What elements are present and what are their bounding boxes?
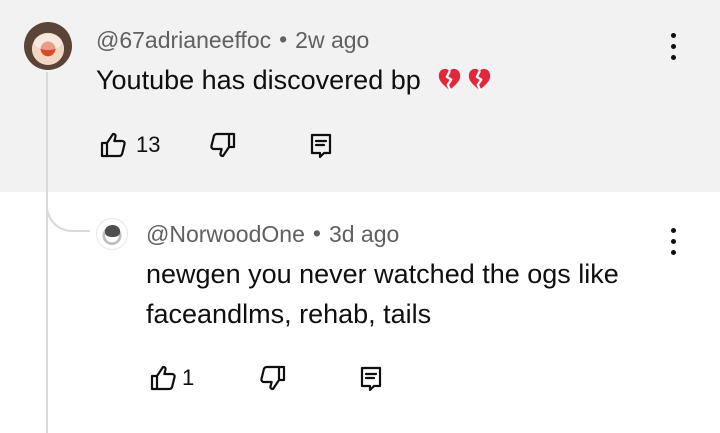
reply-connector-line xyxy=(46,170,90,232)
reply-meta: @NorwoodOne • 3d ago xyxy=(146,220,399,248)
more-vertical-icon-dot xyxy=(671,239,676,244)
broken-heart-icon xyxy=(469,68,491,92)
reply-comment-icon xyxy=(310,133,332,159)
thumb-down-icon xyxy=(210,132,236,158)
more-vertical-icon-dot xyxy=(671,55,676,60)
broken-heart-icon xyxy=(439,68,461,92)
more-vertical-icon xyxy=(671,33,676,38)
comment-meta: @67adrianeeffoc • 2w ago xyxy=(96,26,369,54)
reply-text: newgen you never watched the ogs like fa… xyxy=(146,254,646,334)
reply-dislike-button[interactable] xyxy=(256,361,290,395)
comment-more-button[interactable] xyxy=(664,29,682,65)
comment-time[interactable]: 2w ago xyxy=(295,27,369,53)
more-vertical-icon-dot xyxy=(671,44,676,49)
comment-author[interactable]: @67adrianeeffoc xyxy=(96,27,271,53)
comment-text: Youtube has discovered bp xyxy=(96,60,493,100)
like-button[interactable] xyxy=(96,128,130,162)
dislike-button[interactable] xyxy=(206,128,240,162)
reply-thread-line xyxy=(46,72,48,433)
meta-separator: • xyxy=(279,26,288,52)
reply-like-button[interactable] xyxy=(146,361,180,395)
reply-time[interactable]: 3d ago xyxy=(329,221,399,247)
thumb-up-icon xyxy=(150,365,176,391)
reply-author[interactable]: @NorwoodOne xyxy=(146,221,305,247)
reply-reply-button[interactable] xyxy=(354,361,388,395)
comment-body: Youtube has discovered bp xyxy=(96,65,421,95)
thumb-down-icon xyxy=(260,365,286,391)
more-vertical-icon xyxy=(671,228,676,233)
more-vertical-icon-dot xyxy=(671,250,676,255)
reply-text-line: newgen you never watched the ogs like xyxy=(146,259,619,289)
commenter-avatar[interactable] xyxy=(24,22,72,70)
reply-comment-icon xyxy=(360,366,382,392)
like-count: 13 xyxy=(136,132,161,157)
reply-button[interactable] xyxy=(304,128,338,162)
thumb-up-icon xyxy=(100,132,126,158)
reply-like-count: 1 xyxy=(182,365,195,390)
comment-thread-screen: @67adrianeeffoc • 2w ago Youtube has disco… xyxy=(0,0,720,433)
reply-avatar[interactable] xyxy=(96,218,128,250)
reply-text-line: faceandlms, rehab, tails xyxy=(146,299,432,329)
meta-separator: • xyxy=(312,220,321,246)
reply-more-button[interactable] xyxy=(664,224,682,260)
